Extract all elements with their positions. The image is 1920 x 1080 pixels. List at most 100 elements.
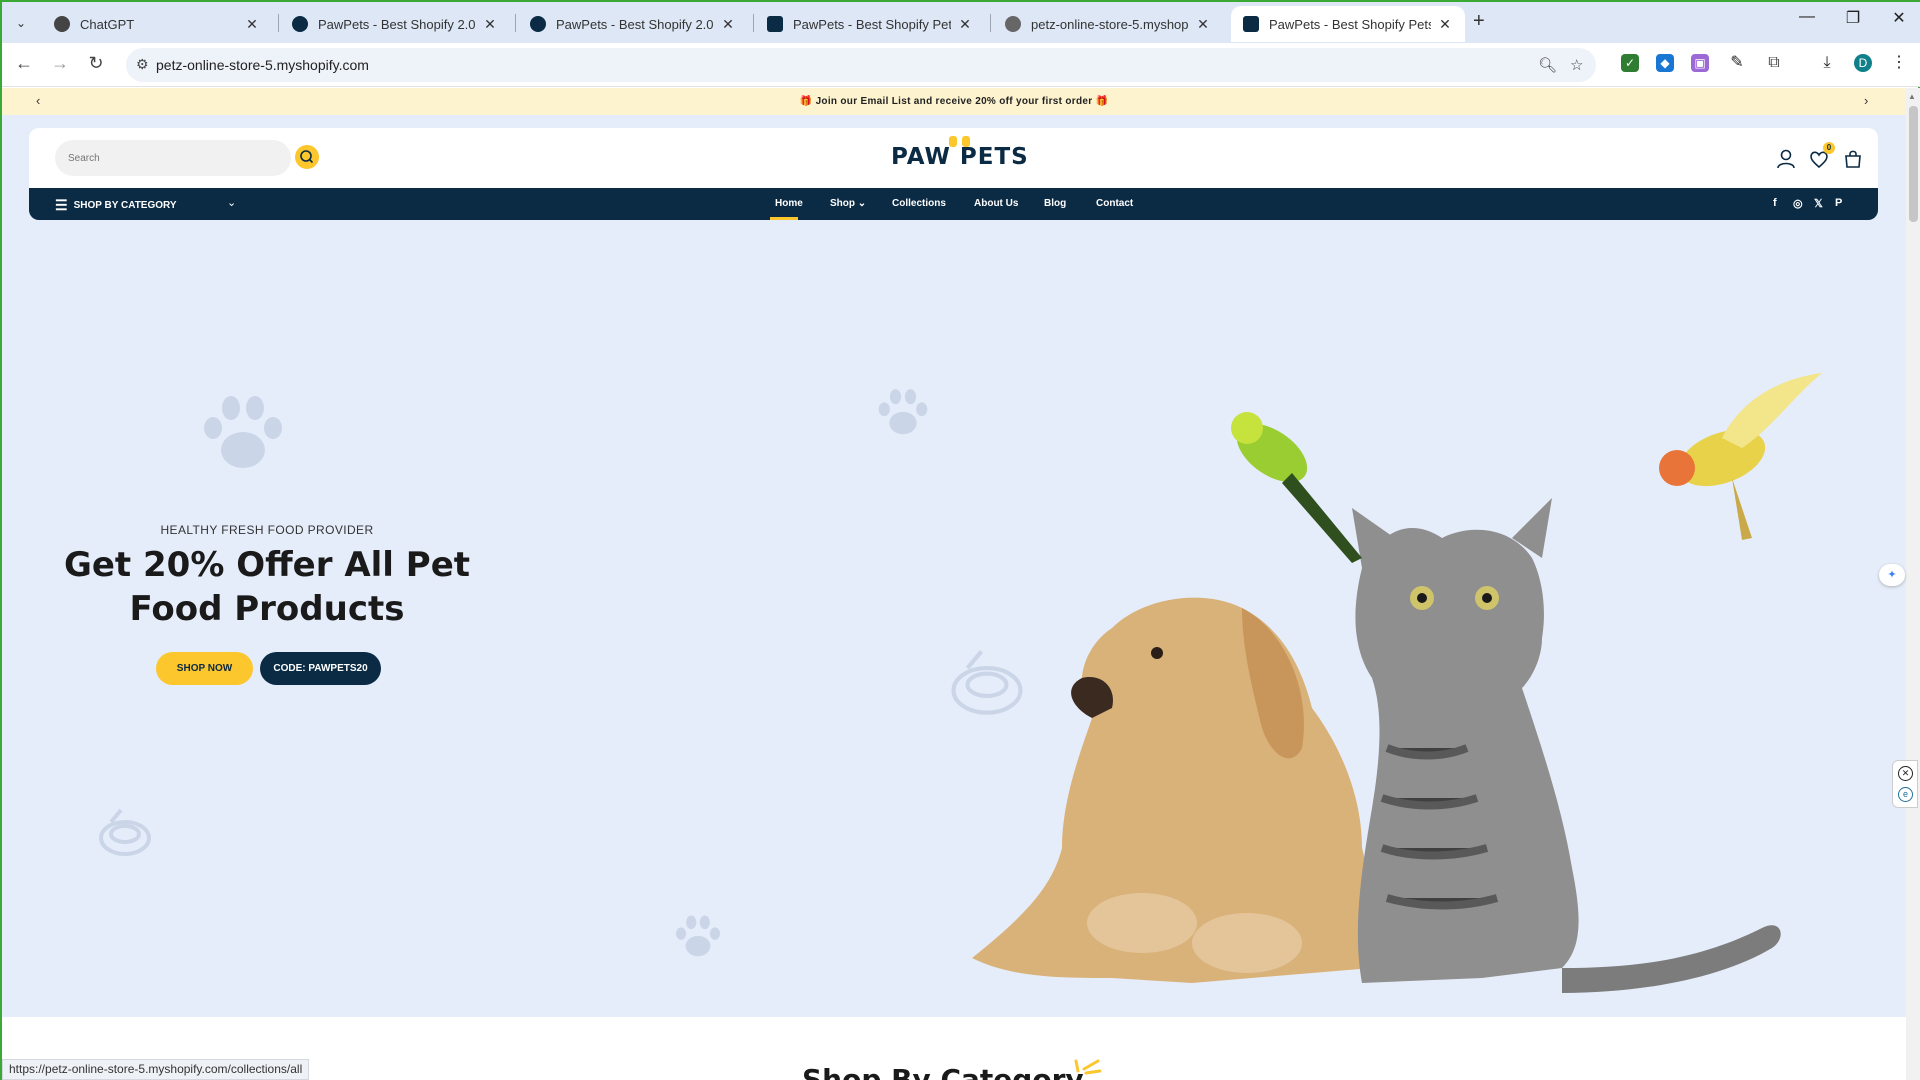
minimize-button[interactable]: — [1784,8,1830,26]
new-tab-button[interactable]: + [1473,10,1485,33]
hamburger-icon: ☰ [55,197,68,213]
close-window-button[interactable]: ✕ [1876,8,1920,28]
profile-avatar[interactable]: D [1854,54,1872,72]
tab-title: PawPets - Best Shopify Pets The [1269,16,1431,32]
browser-menu-icon[interactable]: ⋮ [1890,54,1908,72]
extension-leaf-icon[interactable]: ✓ [1621,54,1639,72]
promo-code-button[interactable]: CODE: PAWPETS20 [260,652,381,685]
floating-assistant-button[interactable]: ✦ [1879,564,1905,586]
tab-title: PawPets - Best Shopify Pets The [793,16,951,32]
tab-divider [990,14,991,32]
tab-title: PawPets - Best Shopify 2.0 Pets [318,16,476,32]
browser-tab-2[interactable]: PawPets - Best Shopify 2.0 Pets ✕ [280,6,510,42]
puppy-illustration [972,597,1377,983]
announcement-next-icon[interactable]: › [1864,93,1868,108]
browser-tab-4[interactable]: PawPets - Best Shopify Pets The ✕ [755,6,985,42]
paw-print-decoration-icon [204,396,282,468]
back-button[interactable]: ← [12,53,36,74]
pawpets-favicon-icon [530,16,546,32]
zoom-icon[interactable]: 🔍︎ [1538,56,1557,74]
nav-home[interactable]: Home [775,198,803,209]
scroll-up-icon[interactable]: ▲ [1908,92,1916,101]
paw-ears-icon [949,136,970,147]
forward-button[interactable]: → [48,53,72,74]
site-info-icon[interactable]: ⚙ [136,56,149,73]
hero-pets-image [972,373,1822,993]
extension-purple-icon[interactable]: ▣ [1691,54,1709,72]
announcement-bar: ‹ 🎁 Join our Email List and receive 20% … [2,88,1906,115]
browser-tab-1[interactable]: ChatGPT ✕ [42,6,272,42]
lovebird-illustration [1659,373,1822,540]
side-widget-panel: ✕ e [1892,760,1918,808]
tab-title: PawPets - Best Shopify 2.0 Pets [556,16,714,32]
kitten-illustration [1352,498,1781,993]
extension-drop-icon[interactable]: ◆ [1656,54,1674,72]
browser-tab-strip: ⌄ ChatGPT ✕ PawPets - Best Shopify 2.0 P… [2,2,1920,43]
url-input[interactable] [156,48,1456,82]
close-tab-icon[interactable]: ✕ [244,16,260,33]
tab-divider [278,14,279,32]
extensions-puzzle-icon[interactable]: ⧉ [1765,54,1783,72]
globe-favicon-icon [1005,16,1021,32]
nav-about-us[interactable]: About Us [974,198,1018,209]
main-navigation: ☰ SHOP BY CATEGORY ⌄ Home Shop ⌄ Collect… [29,188,1878,220]
shop-now-button[interactable]: SHOP NOW [156,652,253,685]
pawpets-favicon-icon [292,16,308,32]
pinterest-icon[interactable]: P [1835,197,1842,209]
cart-bag-icon[interactable] [1842,148,1864,170]
close-tab-icon[interactable]: ✕ [957,16,973,33]
browser-tab-3[interactable]: PawPets - Best Shopify 2.0 Pets ✕ [518,6,748,42]
address-bar[interactable]: ⚙ 🔍︎ ☆ [126,48,1596,82]
site-logo[interactable]: PAW PETS [891,136,1029,170]
search-form [55,140,319,176]
paw-print-decoration-icon [878,389,928,435]
close-widget-icon[interactable]: ✕ [1898,766,1913,781]
close-tab-icon[interactable]: ✕ [1437,16,1453,33]
page-scrollbar[interactable] [1906,88,1920,1080]
bookmark-star-icon[interactable]: ☆ [1570,56,1583,74]
nav-contact[interactable]: Contact [1096,198,1133,209]
close-tab-icon[interactable]: ✕ [1195,16,1211,33]
browser-tab-6-active[interactable]: PawPets - Best Shopify Pets The ✕ [1231,6,1465,42]
search-button[interactable] [295,145,319,169]
hero-headline: Get 20% Offer All Pet Food Products [42,543,492,631]
instagram-icon[interactable]: ◎ [1793,197,1803,210]
site-header: PAW PETS 0 [29,128,1878,188]
active-nav-indicator [770,217,798,220]
x-twitter-icon[interactable]: 𝕏 [1814,197,1823,210]
search-icon [300,150,314,164]
download-icon[interactable]: ⤓ [1818,54,1836,72]
pawpets-logo-favicon-icon [1243,16,1259,32]
nav-shop[interactable]: Shop ⌄ [830,198,866,209]
reload-button[interactable]: ↻ [84,53,108,74]
web-page: ‹ 🎁 Join our Email List and receive 20% … [2,88,1906,1080]
pet-bowl-decoration-icon [99,808,151,856]
nav-shop-label: Shop [830,198,855,209]
wishlist-count-badge: 0 [1823,142,1835,154]
chevron-down-icon: ⌄ [857,198,867,209]
category-label: SHOP BY CATEGORY [73,200,177,211]
shop-by-category-menu[interactable]: ☰ SHOP BY CATEGORY [55,197,177,214]
tab-divider [753,14,754,32]
nav-blog[interactable]: Blog [1044,198,1066,209]
close-tab-icon[interactable]: ✕ [482,16,498,33]
restore-button[interactable]: ❐ [1830,8,1876,28]
announcement-text: 🎁 Join our Email List and receive 20% of… [799,96,1109,107]
eyedropper-icon[interactable]: ✎ [1728,54,1746,72]
search-input[interactable] [68,140,248,176]
chevron-down-icon[interactable]: ⌄ [227,196,236,209]
tab-search-button[interactable]: ⌄ [10,12,32,34]
account-user-icon[interactable] [1775,148,1797,170]
hero-headline-line-1: Get 20% Offer All Pet [63,545,471,585]
budgie-illustration [1231,412,1362,563]
browser-tab-5[interactable]: petz-online-store-5.myshopify.c ✕ [993,6,1223,42]
scrollbar-thumb[interactable] [1909,106,1918,222]
nav-collections[interactable]: Collections [892,198,946,209]
chatgpt-favicon-icon [54,16,70,32]
facebook-icon[interactable]: f [1773,197,1777,209]
hero-subtitle: HEALTHY FRESH FOOD PROVIDER [160,523,374,537]
widget-logo-icon[interactable]: e [1898,787,1913,802]
close-tab-icon[interactable]: ✕ [720,16,736,33]
pawpets-logo-favicon-icon [767,16,783,32]
tab-title: ChatGPT [80,16,135,32]
